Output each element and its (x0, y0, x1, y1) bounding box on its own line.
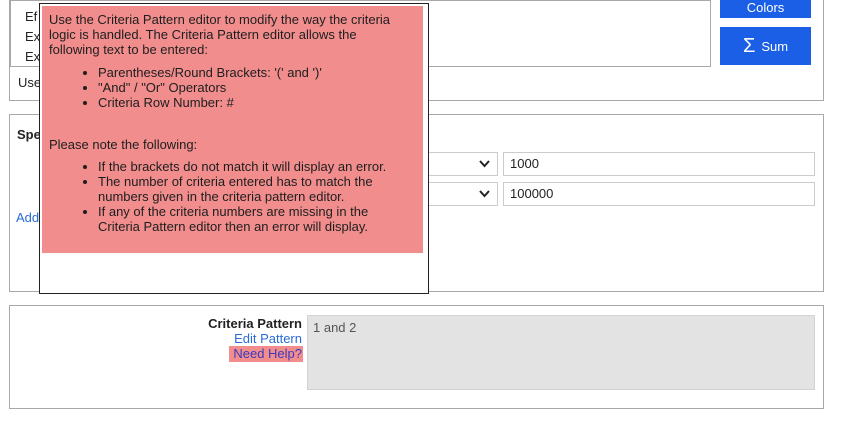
sum-button[interactable]: Σ Sum (720, 27, 811, 65)
sigma-icon: Σ (742, 35, 756, 57)
tooltip-intro: Use the Criteria Pattern editor to modif… (49, 12, 391, 57)
edit-pattern-link[interactable]: Edit Pattern (150, 331, 302, 346)
list-item[interactable]: Ef (25, 9, 37, 24)
list-item[interactable]: Ex (25, 49, 40, 64)
colors-button-label: Colors (746, 0, 785, 15)
need-help-link[interactable]: Need Help? (229, 346, 303, 362)
add-criteria-link[interactable]: Add (16, 210, 39, 225)
panel-title: Spe (17, 127, 41, 142)
list-item: "And" / "Or" Operators (98, 80, 409, 95)
notes-list: If the brackets do not match it will dis… (49, 159, 409, 234)
list-caption: Use (18, 75, 42, 90)
colors-button[interactable]: Colors (720, 0, 811, 18)
criteria-value-input[interactable]: 1000 (503, 152, 815, 176)
list-item: If any of the criteria numbers are missi… (98, 204, 409, 234)
sum-button-label: Sum (761, 38, 789, 54)
allowed-text-list: Parentheses/Round Brackets: '(' and ')' … (49, 65, 409, 110)
chevron-down-icon (479, 190, 490, 198)
criteria-pattern-field: 1 and 2 (307, 315, 815, 390)
list-item: Criteria Row Number: # (98, 95, 409, 110)
operator-select[interactable] (428, 182, 498, 206)
chevron-down-icon (479, 160, 490, 168)
operator-select[interactable] (428, 152, 498, 176)
tooltip-note-heading: Please note the following: (49, 137, 198, 152)
list-item: If the brackets do not match it will dis… (98, 159, 409, 174)
list-item: The number of criteria entered has to ma… (98, 174, 409, 204)
list-item[interactable]: Ex (25, 29, 40, 44)
criteria-pattern-label: Criteria Pattern (208, 316, 302, 331)
criteria-value-input[interactable]: 100000 (503, 182, 815, 206)
help-tooltip-content: Use the Criteria Pattern editor to modif… (42, 6, 423, 253)
list-item: Parentheses/Round Brackets: '(' and ')' (98, 65, 409, 80)
